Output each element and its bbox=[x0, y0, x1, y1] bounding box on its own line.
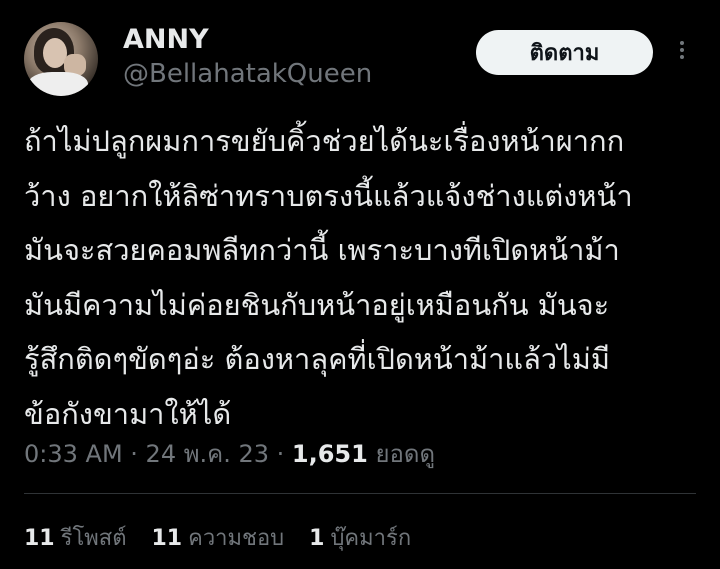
views-count: 1,651 bbox=[291, 440, 368, 468]
user-handle[interactable]: @BellahatakQueen bbox=[123, 59, 372, 89]
avatar[interactable] bbox=[24, 22, 98, 96]
tweet-line: รู้สึกติดๆขัดๆอ่ะ ต้องหาลุคที่เปิดหน้าม้… bbox=[24, 342, 610, 376]
tweet-line: มันจะสวยคอมพลีทกว่านี้ เพราะบางทีเปิดหน้… bbox=[24, 233, 620, 267]
tweet-time[interactable]: 0:33 AM bbox=[24, 440, 123, 468]
more-options-icon[interactable] bbox=[674, 38, 690, 68]
retweets-label: รีโพสต์ bbox=[60, 526, 127, 551]
meta-separator: · bbox=[269, 440, 292, 468]
retweets-stat[interactable]: 11 รีโพสต์ bbox=[24, 526, 126, 551]
user-name[interactable]: ANNY bbox=[123, 24, 209, 55]
views-label: ยอดดู bbox=[367, 440, 436, 468]
tweet-line: ว้าง อยากให้ลิซ่าทราบตรงนี้แล้วแจ้งช่างแ… bbox=[24, 178, 633, 213]
tweet-meta: 0:33 AM · 24 พ.ค. 23 · 1,651 ยอดดู bbox=[24, 434, 435, 473]
likes-count: 11 bbox=[151, 526, 183, 551]
divider bbox=[24, 493, 696, 494]
bookmarks-stat[interactable]: 1 บุ๊คมาร์ก bbox=[309, 526, 411, 551]
tweet-line: ถ้าไม่ปลูกผมการขยับคิ้วช่วยได้นะเรื่องหน… bbox=[24, 124, 625, 158]
tweet-text: ถ้าไม่ปลูกผมการขยับคิ้วช่วยได้นะเรื่องหน… bbox=[24, 114, 704, 441]
follow-button[interactable]: ติดตาม bbox=[476, 30, 653, 75]
tweet-line: ข้อกังขามาให้ได้ bbox=[24, 396, 232, 431]
meta-separator: · bbox=[122, 440, 146, 468]
tweet-date[interactable]: 24 พ.ค. 23 bbox=[146, 440, 269, 468]
retweets-count: 11 bbox=[24, 526, 55, 551]
bookmarks-count: 1 bbox=[309, 526, 325, 551]
avatar-shirt bbox=[28, 72, 88, 96]
likes-label: ความชอบ bbox=[188, 526, 285, 551]
bookmarks-label: บุ๊คมาร์ก bbox=[330, 526, 412, 551]
tweet-line: มันมีความไม่ค่อยชินกับหน้าอยู่เหมือนกัน … bbox=[24, 287, 610, 322]
likes-stat[interactable]: 11 ความชอบ bbox=[151, 526, 284, 551]
tweet-header: ANNY @BellahatakQueen ติดตาม bbox=[24, 22, 696, 100]
tweet-stats: 11 รีโพสต์ 11 ความชอบ 1 บุ๊คมาร์ก bbox=[24, 520, 429, 555]
